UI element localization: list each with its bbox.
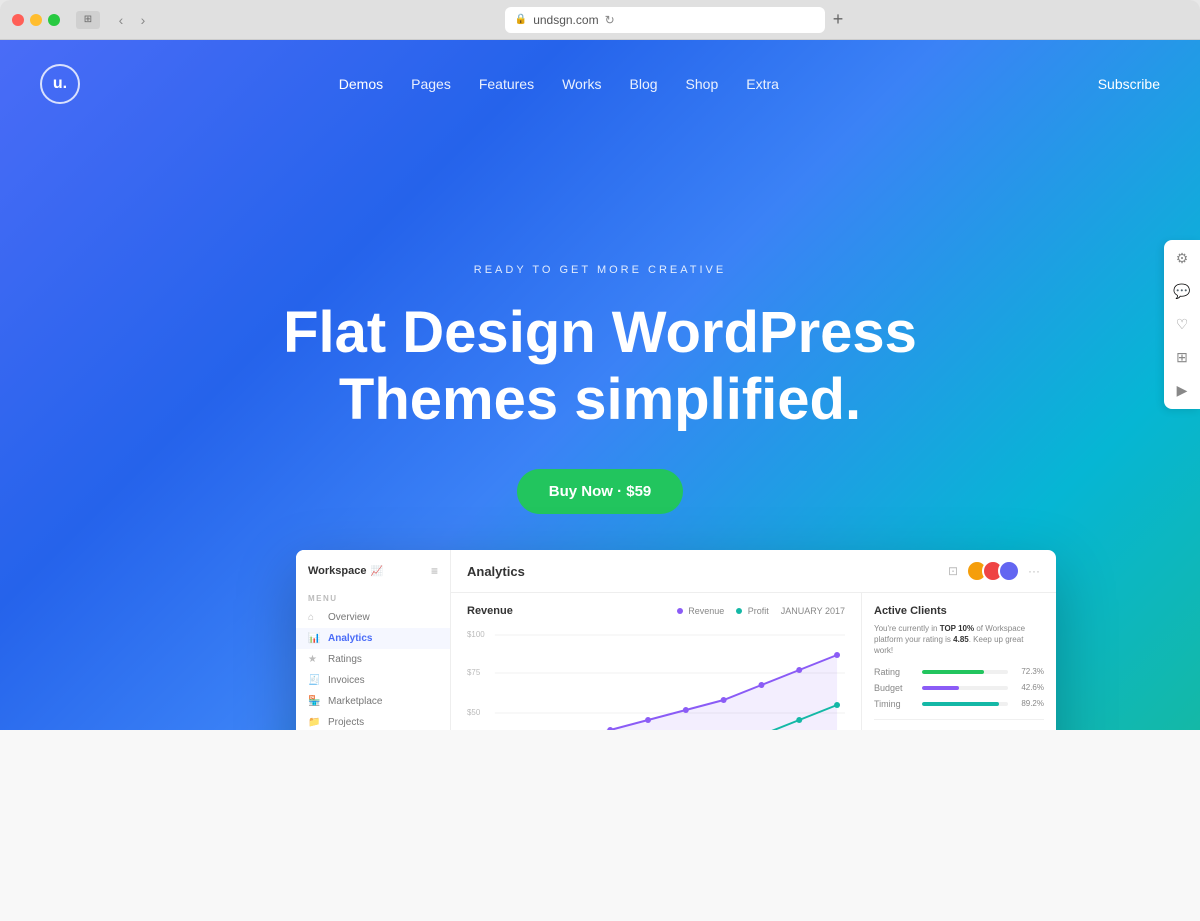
cta-button[interactable]: Buy Now · $59 <box>517 469 684 514</box>
metric-budget: Budget 42.6% <box>874 683 1044 693</box>
chart-legend: Revenue Profit JANUARY 2017 <box>677 606 845 616</box>
dash-logo: Workspace 📈 <box>308 565 383 577</box>
dash-menu-icon[interactable]: ≡ <box>431 564 438 578</box>
settings-icon[interactable]: ⚙ <box>1176 250 1189 267</box>
nav-extra[interactable]: Extra <box>746 76 779 92</box>
tabs-button[interactable]: ⊞ <box>76 11 100 29</box>
dash-nav-ratings[interactable]: ★ Ratings <box>296 649 450 670</box>
dash-nav-marketplace[interactable]: 🏪 Marketplace <box>296 691 450 712</box>
dash-nav-invoices-label: Invoices <box>328 675 365 686</box>
panel-divider <box>874 719 1044 720</box>
browser-window: ⊞ ‹ › 🔒 undsgn.com ↻ + <box>0 0 1200 40</box>
dash-header: Analytics ⊡ ··· <box>451 550 1056 593</box>
chart-header: Revenue Revenue Profit JANU <box>467 605 845 617</box>
invoice-icon: 🧾 <box>308 675 320 686</box>
metric-timing-bar <box>922 702 999 706</box>
chart-date-label: JANUARY 2017 <box>781 606 845 616</box>
back-button[interactable]: ‹ <box>112 12 130 28</box>
dash-nav-analytics[interactable]: 📊 Analytics <box>296 628 450 649</box>
active-clients-title: Active Clients <box>874 605 1044 617</box>
side-toolbar: ⚙ 💬 ♡ ⊞ ▶ <box>1164 240 1200 409</box>
active-clients-text: You're currently in TOP 10% of Workspace… <box>874 623 1044 657</box>
projects-icon: 📁 <box>308 717 320 728</box>
subscribe-link[interactable]: Subscribe <box>1038 76 1160 92</box>
address-bar[interactable]: 🔒 undsgn.com ↻ <box>505 7 825 33</box>
dash-nav-projects-label: Projects <box>328 717 364 728</box>
metric-timing-value: 89.2% <box>1014 699 1044 708</box>
browser-titlebar: ⊞ ‹ › 🔒 undsgn.com ↻ + <box>0 0 1200 40</box>
legend-dot-profit <box>736 608 742 614</box>
video-icon[interactable]: ▶ <box>1177 382 1188 399</box>
dash-nav-overview[interactable]: ⌂ Overview <box>296 607 450 628</box>
dash-window-icon[interactable]: ⊡ <box>948 564 958 578</box>
metric-budget-bar-bg <box>922 686 1008 690</box>
traffic-lights <box>12 14 60 26</box>
bottom-area <box>0 730 1200 921</box>
lock-icon: 🔒 <box>515 14 527 25</box>
url-text: undsgn.com <box>533 13 598 27</box>
legend-revenue: Revenue <box>677 606 725 616</box>
minimize-button[interactable] <box>30 14 42 26</box>
nav-shop[interactable]: Shop <box>686 76 719 92</box>
metric-timing-label: Timing <box>874 699 916 709</box>
nav-buttons: ‹ › <box>112 12 152 28</box>
nav-blog[interactable]: Blog <box>630 76 658 92</box>
dash-more-icon[interactable]: ··· <box>1028 564 1040 578</box>
metric-timing: Timing 89.2% <box>874 699 1044 709</box>
nav-pages[interactable]: Pages <box>411 76 451 92</box>
nav-links: Demos Pages Features Works Blog Shop Ext… <box>339 76 779 92</box>
dash-logo-icon: 📈 <box>371 566 383 577</box>
nav-works[interactable]: Works <box>562 76 601 92</box>
nav-demos[interactable]: Demos <box>339 76 383 92</box>
forward-button[interactable]: › <box>134 12 152 28</box>
dash-nav-invoices[interactable]: 🧾 Invoices <box>296 670 450 691</box>
chart-title: Revenue <box>467 605 513 617</box>
home-icon: ⌂ <box>308 612 320 623</box>
metric-timing-bar-bg <box>922 702 1008 706</box>
address-bar-wrap: 🔒 undsgn.com ↻ + <box>160 7 1188 33</box>
metric-rating-label: Rating <box>874 667 916 677</box>
star-icon: ★ <box>308 654 320 665</box>
nav-features[interactable]: Features <box>479 76 534 92</box>
dash-page-title: Analytics <box>467 564 525 579</box>
analytics-icon: 📊 <box>308 633 320 644</box>
metric-rating-bar <box>922 670 984 674</box>
hero-title: Flat Design WordPress Themes simplified. <box>250 300 950 433</box>
fullscreen-button[interactable] <box>48 14 60 26</box>
metric-budget-value: 42.6% <box>1014 683 1044 692</box>
chat-icon[interactable]: 💬 <box>1173 283 1190 300</box>
dash-header-icons: ⊡ ··· <box>948 560 1040 582</box>
svg-text:$100: $100 <box>467 630 485 639</box>
avatar-3 <box>998 560 1020 582</box>
metric-budget-bar <box>922 686 959 690</box>
heart-icon[interactable]: ♡ <box>1176 316 1189 333</box>
close-button[interactable] <box>12 14 24 26</box>
browser-controls: ⊞ <box>76 11 100 29</box>
dash-logo-label: Workspace <box>308 565 367 577</box>
dash-avatars <box>966 560 1020 582</box>
website-content: u. Demos Pages Features Works Blog Shop … <box>0 40 1200 921</box>
dash-nav-ratings-label: Ratings <box>328 654 362 665</box>
svg-text:$75: $75 <box>467 668 481 677</box>
hero-subtitle: Ready to get more creative <box>474 264 726 276</box>
marketplace-icon: 🏪 <box>308 696 320 707</box>
grid-icon[interactable]: ⊞ <box>1176 349 1188 366</box>
site-logo[interactable]: u. <box>40 64 80 104</box>
new-tab-button[interactable]: + <box>833 9 844 30</box>
hero-section: u. Demos Pages Features Works Blog Shop … <box>0 40 1200 730</box>
refresh-button[interactable]: ↻ <box>605 13 615 27</box>
metric-rating: Rating 72.3% <box>874 667 1044 677</box>
metric-budget-label: Budget <box>874 683 916 693</box>
dash-nav-overview-label: Overview <box>328 612 370 623</box>
legend-dot-revenue <box>677 608 683 614</box>
metric-rating-bar-bg <box>922 670 1008 674</box>
legend-profit: Profit <box>736 606 769 616</box>
dash-nav-analytics-label: Analytics <box>328 633 372 644</box>
main-nav: u. Demos Pages Features Works Blog Shop … <box>0 40 1200 128</box>
dash-nav-marketplace-label: Marketplace <box>328 696 382 707</box>
svg-text:$50: $50 <box>467 708 481 717</box>
dash-sidebar-header: Workspace 📈 ≡ <box>296 564 450 588</box>
metric-rating-value: 72.3% <box>1014 667 1044 676</box>
dash-section-menu: MENU <box>296 588 450 607</box>
